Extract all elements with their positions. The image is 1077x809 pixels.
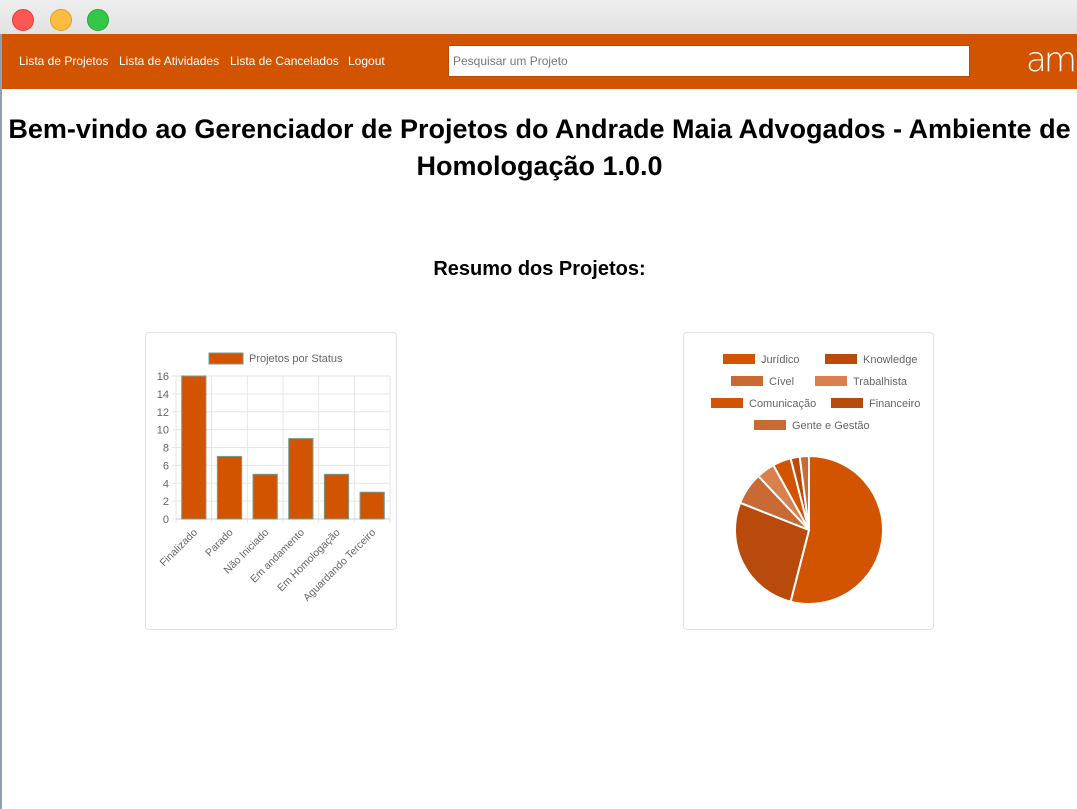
bar-parado	[216, 455, 243, 520]
y-tick-label: 8	[163, 443, 169, 455]
legend-label-knowledge: Knowledge	[863, 354, 917, 366]
legend-swatch-civel	[731, 376, 763, 386]
status-bar-chart: Projetos por Status 0 2 4 6 8 10 12 14 16 Finaliza…	[157, 352, 391, 604]
y-tick-label: 16	[157, 371, 169, 383]
maximize-window-button[interactable]	[87, 9, 109, 31]
x-tick-label: Aguardando Terceiro	[301, 527, 378, 604]
nav-link-atividades[interactable]: Lista de Atividades	[119, 54, 219, 68]
y-tick-label: 2	[163, 496, 169, 508]
bar-finalizado	[181, 375, 207, 520]
legend-swatch-gente-e-gestao	[754, 420, 786, 430]
status-chart-card: Projetos por Status 0 2 4 6 8 10 12 14 16 Finaliza…	[145, 332, 397, 630]
legend-label-civel: Cível	[769, 376, 794, 388]
brand-logo[interactable]: am	[1026, 40, 1077, 80]
legend-swatch-trabalhista	[815, 376, 847, 386]
nav-link-projetos[interactable]: Lista de Projetos	[19, 54, 108, 68]
bar-nao-iniciado	[252, 473, 278, 520]
legend-swatch-comunicacao	[711, 398, 743, 408]
bar-em-andamento	[288, 438, 314, 520]
legend-label-comunicacao: Comunicação	[749, 398, 816, 410]
y-tick-label: 10	[157, 425, 169, 437]
legend-label-juridico: Jurídico	[761, 354, 800, 366]
x-tick-label: Finalizado	[158, 527, 200, 569]
nav-link-logout[interactable]: Logout	[348, 54, 385, 68]
bar-aguardando-terceiro	[359, 491, 385, 520]
y-tick-label: 4	[163, 478, 169, 490]
section-title: Resumo dos Projetos:	[433, 258, 646, 280]
y-tick-label: 12	[157, 407, 169, 419]
nav-link-cancelados[interactable]: Lista de Cancelados	[230, 54, 339, 68]
legend-label-financeiro: Financeiro	[869, 398, 920, 410]
legend-label: Projetos por Status	[249, 353, 343, 365]
legend-swatch	[208, 352, 244, 365]
x-tick-label: Em Homologação	[275, 527, 343, 595]
close-window-button[interactable]	[12, 9, 34, 31]
y-tick-label: 0	[163, 514, 169, 526]
legend-swatch-juridico	[723, 354, 755, 364]
legend-label-gente-e-gestao: Gente e Gestão	[792, 420, 870, 432]
area-chart-card: Jurídico Knowledge Cível Trabalhista Comunic…	[683, 332, 934, 630]
window-titlebar	[0, 0, 1077, 34]
search-input[interactable]	[448, 45, 970, 77]
bar-em-homologacao	[323, 473, 350, 520]
y-tick-label: 6	[163, 460, 169, 472]
minimize-window-button[interactable]	[50, 9, 72, 31]
legend-label-trabalhista: Trabalhista	[853, 376, 908, 388]
y-tick-label: 14	[157, 389, 169, 401]
page-title: Bem-vindo ao Gerenciador de Projetos do …	[8, 114, 1071, 181]
legend-swatch-financeiro	[831, 398, 863, 408]
legend-swatch-knowledge	[825, 354, 857, 364]
x-tick-label: Parado	[203, 527, 236, 560]
area-pie-chart: Jurídico Knowledge Cível Trabalhista Comunic…	[711, 354, 920, 605]
